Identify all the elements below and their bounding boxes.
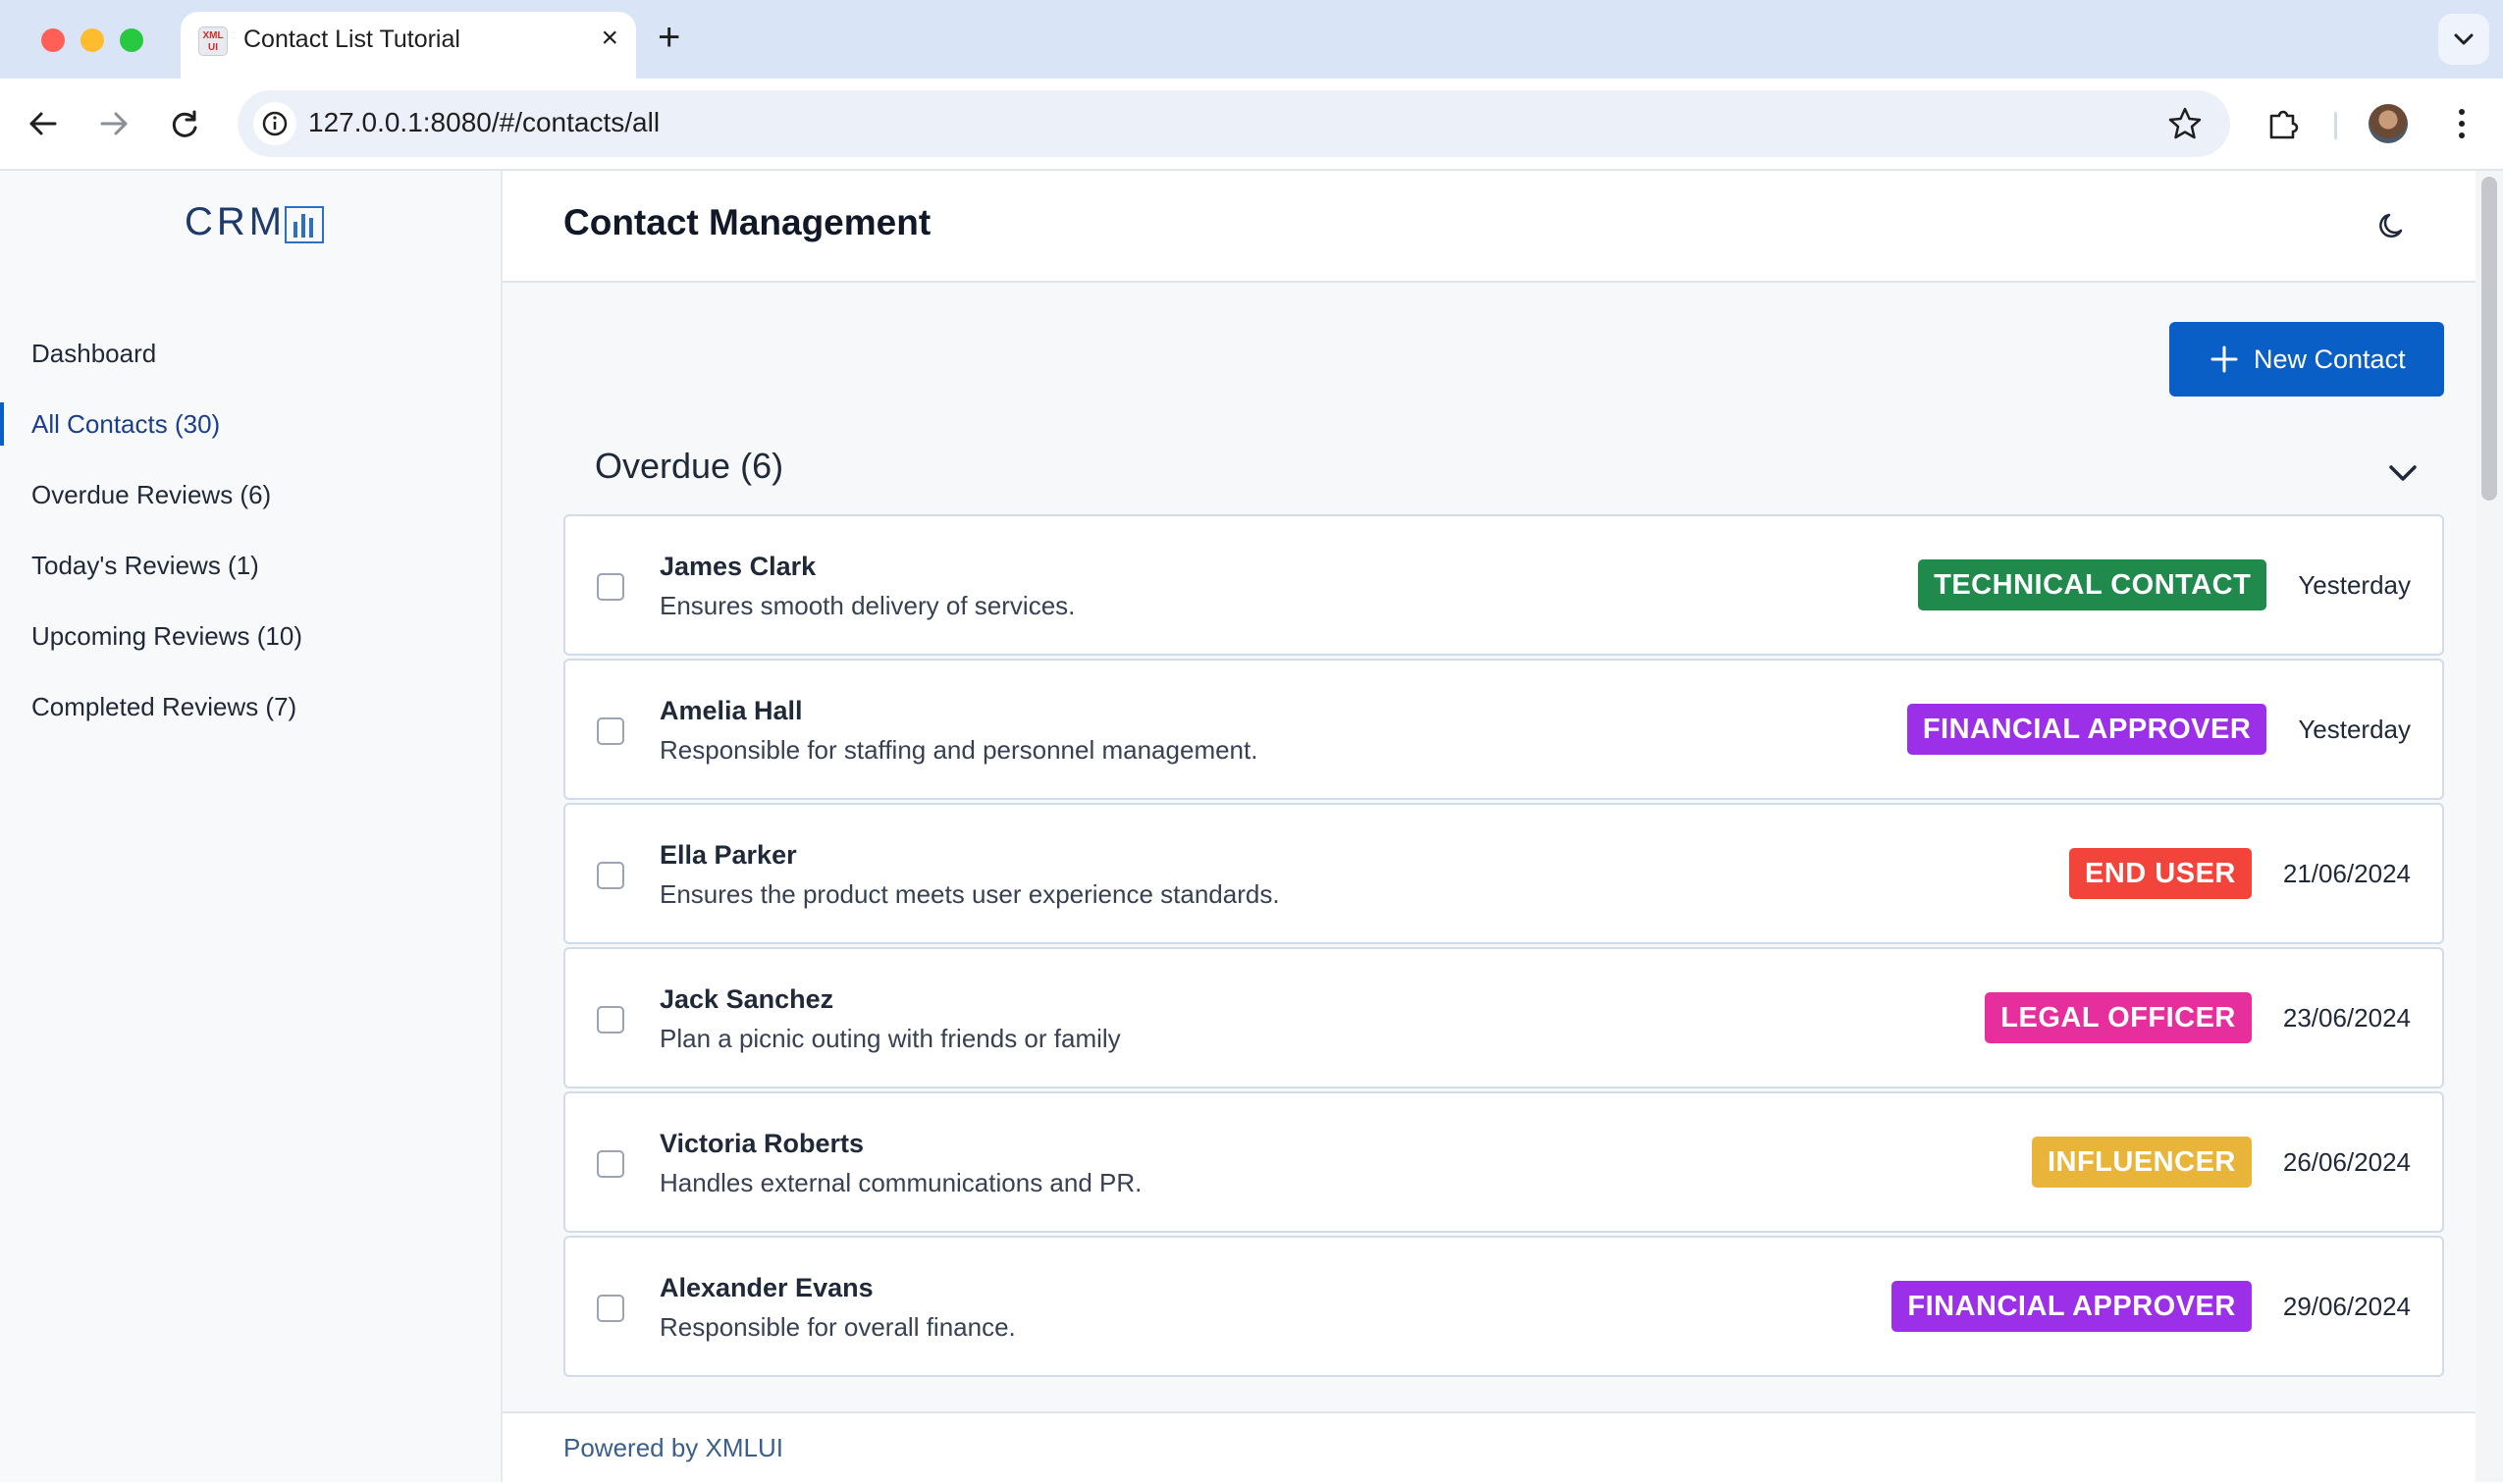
- row-checkbox[interactable]: [597, 1150, 624, 1178]
- forward-button[interactable]: [90, 100, 137, 147]
- section-title: Overdue (6): [595, 446, 784, 486]
- sidebar-item-overdue-reviews[interactable]: Overdue Reviews (6): [0, 459, 501, 530]
- moon-icon: [2379, 213, 2403, 238]
- tag-badge: FINANCIAL APPROVER: [1891, 1281, 2252, 1332]
- contact-row[interactable]: Jack Sanchez Plan a picnic outing with f…: [563, 947, 2444, 1088]
- contact-row[interactable]: Amelia Hall Responsible for staffing and…: [563, 659, 2444, 800]
- tab-list-button[interactable]: [2438, 14, 2489, 65]
- browser-menu-button[interactable]: [2450, 102, 2474, 150]
- contact-name: Amelia Hall: [660, 696, 803, 725]
- contact-description: Responsible for staffing and personnel m…: [660, 735, 1258, 765]
- sidebar-item-completed-reviews[interactable]: Completed Reviews (7): [0, 671, 501, 742]
- favicon-icon: XML UI: [198, 26, 228, 56]
- review-date: Yesterday: [2298, 714, 2411, 744]
- contact-row[interactable]: Victoria Roberts Handles external commun…: [563, 1091, 2444, 1233]
- extensions-button[interactable]: [2263, 104, 2303, 148]
- contact-row[interactable]: Alexander Evans Responsible for overall …: [563, 1236, 2444, 1377]
- new-tab-button[interactable]: +: [658, 18, 680, 57]
- row-checkbox[interactable]: [597, 573, 624, 601]
- contact-description: Responsible for overall finance.: [660, 1312, 1016, 1342]
- star-icon: [2168, 107, 2202, 139]
- browser-toolbar: 127.0.0.1:8080/#/contacts/all: [0, 79, 2503, 171]
- tab-title: Contact List Tutorial: [243, 26, 460, 53]
- bookmark-button[interactable]: [2167, 106, 2203, 146]
- arrow-left-icon: [29, 112, 57, 135]
- contact-list: James Clark Ensures smooth delivery of s…: [563, 514, 2444, 1380]
- arrow-right-icon: [100, 112, 128, 135]
- contact-name: Ella Parker: [660, 840, 797, 870]
- contact-description: Plan a picnic outing with friends or fam…: [660, 1024, 1121, 1053]
- sidebar-item-all-contacts[interactable]: All Contacts (30): [0, 389, 501, 459]
- contact-description: Ensures the product meets user experienc…: [660, 879, 1280, 909]
- url-text: 127.0.0.1:8080/#/contacts/all: [308, 107, 661, 137]
- review-date: 23/06/2024: [2282, 1002, 2411, 1033]
- info-icon: [262, 111, 288, 136]
- sidebar-item-upcoming-reviews[interactable]: Upcoming Reviews (10): [0, 601, 501, 671]
- new-contact-label: New Contact: [2254, 344, 2406, 374]
- plus-icon: [2210, 345, 2238, 373]
- more-vertical-icon: [2459, 109, 2465, 138]
- tag-badge: LEGAL OFFICER: [1985, 992, 2252, 1043]
- tab-close-icon[interactable]: ×: [601, 24, 618, 53]
- profile-avatar[interactable]: [2369, 104, 2408, 143]
- review-date: 21/06/2024: [2282, 858, 2411, 888]
- scrollbar-thumb[interactable]: [2481, 177, 2497, 501]
- sidebar-nav: Dashboard All Contacts (30) Overdue Revi…: [0, 318, 501, 742]
- tag-badge: INFLUENCER: [2031, 1137, 2252, 1188]
- browser-tab[interactable]: XML UI Contact List Tutorial ×: [181, 12, 636, 79]
- tag-badge: END USER: [2069, 848, 2252, 899]
- contact-name: James Clark: [660, 552, 817, 581]
- maximize-window-button[interactable]: [120, 28, 143, 52]
- theme-toggle-button[interactable]: [2375, 208, 2411, 248]
- browser-tab-bar: XML UI Contact List Tutorial × +: [0, 0, 2503, 79]
- contact-description: Handles external communications and PR.: [660, 1168, 1143, 1197]
- contact-row[interactable]: Ella Parker Ensures the product meets us…: [563, 803, 2444, 944]
- logo-text: CRM: [185, 200, 287, 243]
- new-contact-button[interactable]: New Contact: [2169, 322, 2444, 397]
- row-checkbox[interactable]: [597, 1006, 624, 1034]
- page-footer: Powered by XMLUI: [503, 1411, 2476, 1484]
- powered-by-text: Powered by XMLUI: [563, 1433, 783, 1462]
- chevron-down-icon: [2454, 33, 2474, 45]
- main-content: Contact Management New Contact Overdue (…: [503, 171, 2476, 1484]
- reload-button[interactable]: [161, 100, 208, 147]
- row-checkbox[interactable]: [597, 1295, 624, 1322]
- page-title: Contact Management: [563, 202, 932, 242]
- review-date: 29/06/2024: [2282, 1291, 2411, 1321]
- contact-name: Alexander Evans: [660, 1273, 874, 1302]
- sidebar-item-dashboard[interactable]: Dashboard: [0, 318, 501, 389]
- back-button[interactable]: [20, 100, 67, 147]
- review-date: 26/06/2024: [2282, 1146, 2411, 1177]
- contact-row[interactable]: James Clark Ensures smooth delivery of s…: [563, 514, 2444, 656]
- review-date: Yesterday: [2298, 569, 2411, 600]
- contact-description: Ensures smooth delivery of services.: [660, 591, 1076, 620]
- section-collapse-button[interactable]: [2383, 453, 2423, 498]
- toolbar-divider: [2334, 112, 2337, 139]
- tag-badge: TECHNICAL CONTACT: [1918, 559, 2267, 610]
- contact-name: Victoria Roberts: [660, 1129, 865, 1158]
- contact-name: Jack Sanchez: [660, 984, 834, 1014]
- tag-badge: FINANCIAL APPROVER: [1906, 704, 2267, 755]
- logo-chart-icon: [285, 206, 324, 243]
- close-window-button[interactable]: [41, 28, 65, 52]
- chevron-down-icon: [2389, 465, 2417, 481]
- row-checkbox[interactable]: [597, 862, 624, 889]
- site-info-button[interactable]: [253, 102, 296, 145]
- row-checkbox[interactable]: [597, 717, 624, 745]
- sidebar-item-todays-reviews[interactable]: Today's Reviews (1): [0, 530, 501, 601]
- address-bar[interactable]: 127.0.0.1:8080/#/contacts/all: [238, 90, 2230, 157]
- reload-icon: [172, 110, 197, 137]
- page-header: Contact Management: [503, 171, 2476, 283]
- sidebar: CRM Dashboard All Contacts (30) Overdue …: [0, 171, 503, 1482]
- puzzle-icon: [2269, 110, 2299, 139]
- minimize-window-button[interactable]: [80, 28, 104, 52]
